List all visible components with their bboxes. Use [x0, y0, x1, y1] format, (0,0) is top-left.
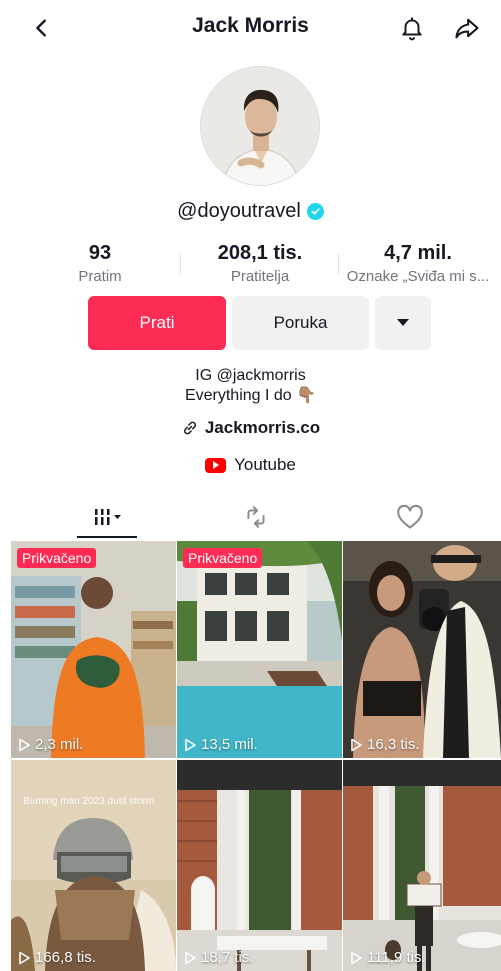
stat-likes-value: 4,7 mil.: [384, 242, 452, 264]
view-count: 2,3 mil.: [18, 736, 83, 753]
bio-line: Everything I do 👇🏽: [184, 387, 317, 404]
view-count-text: 16,3 tis.: [367, 736, 420, 753]
follow-button[interactable]: Prati: [88, 296, 226, 350]
tab-videos[interactable]: [77, 496, 137, 538]
stat-divider: [180, 254, 181, 274]
website-link[interactable]: Jackmorris.co: [0, 418, 501, 438]
message-button[interactable]: Poruka: [232, 296, 369, 350]
top-bar: Jack Morris: [0, 0, 501, 56]
stat-following[interactable]: 93 Pratim: [50, 242, 150, 285]
suggested-accounts-button[interactable]: [375, 296, 431, 350]
view-count: 111,9 tis.: [350, 949, 426, 966]
link-icon: [183, 421, 196, 435]
play-outline-icon: [19, 951, 30, 964]
username: @doyoutravel: [0, 200, 501, 223]
repost-icon: [247, 506, 265, 528]
pinned-badge: Prikvačeno: [17, 548, 97, 568]
thumbnail-image: [11, 760, 176, 971]
caret-down-icon: [397, 319, 409, 326]
thumbnail-image: [11, 541, 176, 758]
share-arrow-icon: [455, 18, 479, 39]
active-tab-indicator: [77, 536, 137, 538]
profile-tabs: [0, 496, 501, 540]
video-thumbnail[interactable]: Burning man 2023 dust storm 166,8 tis.: [11, 760, 176, 971]
stat-following-label: Pratim: [78, 268, 122, 285]
thumbnail-image: [343, 760, 501, 971]
view-count-text: 18,7 tis.: [201, 949, 254, 966]
view-count: 166,8 tis.: [18, 949, 96, 966]
thumbnail-image: [177, 541, 342, 758]
video-thumbnail[interactable]: Prikvačeno 13,5 mil.: [177, 541, 342, 758]
stat-followers-label: Pratitelja: [230, 268, 290, 285]
view-count-text: 166,8 tis.: [35, 949, 96, 966]
view-count: 13,5 mil.: [184, 736, 258, 753]
video-grid: Prikvačeno 2,3 mil. Prikvačeno 13,5 mil.…: [0, 541, 501, 971]
view-count-text: 2,3 mil.: [35, 736, 84, 753]
bio: IG @jackmorris Everything I do 👇🏽: [0, 366, 501, 406]
view-count-text: 13,5 mil.: [201, 736, 258, 753]
notification-button[interactable]: [396, 12, 428, 44]
bio-line: IG @jackmorris: [195, 367, 306, 384]
youtube-icon: [205, 457, 227, 473]
stat-likes[interactable]: 4,7 mil. Oznake „Sviđa mi s...: [338, 242, 498, 285]
video-thumbnail[interactable]: 111,9 tis.: [343, 760, 501, 971]
heart-icon: [397, 504, 423, 529]
youtube-link-text: Youtube: [234, 455, 296, 474]
tab-liked[interactable]: [380, 496, 440, 538]
play-outline-icon: [185, 951, 196, 964]
thumbnail-image: [343, 541, 501, 758]
play-outline-icon: [19, 738, 30, 751]
youtube-link[interactable]: Youtube: [0, 455, 501, 475]
profile-stats: 93 Pratim 208,1 tis. Pratitelja 4,7 mil.…: [0, 242, 501, 290]
play-outline-icon: [351, 738, 362, 751]
stat-followers-value: 208,1 tis.: [217, 242, 303, 264]
stat-followers[interactable]: 208,1 tis. Pratitelja: [195, 242, 325, 285]
website-link-text: Jackmorris.co: [204, 418, 321, 437]
stat-likes-label: Oznake „Sviđa mi s...: [346, 268, 490, 285]
thumbnail-caption: Burning man 2023 dust storm: [23, 796, 155, 807]
stat-following-value: 93: [88, 242, 112, 264]
avatar[interactable]: [200, 66, 320, 186]
video-thumbnail[interactable]: Prikvačeno 2,3 mil.: [11, 541, 176, 758]
avatar-photo: [201, 67, 319, 185]
play-outline-icon: [185, 738, 196, 751]
bell-icon: [402, 17, 422, 41]
grid-menu-icon: [94, 509, 121, 525]
tab-reposts[interactable]: [226, 496, 286, 538]
pinned-badge: Prikvačeno: [183, 548, 263, 568]
username-text: @doyoutravel: [177, 200, 301, 222]
play-outline-icon: [351, 951, 362, 964]
view-count-text: 111,9 tis.: [367, 949, 426, 966]
video-thumbnail[interactable]: 16,3 tis.: [343, 541, 501, 758]
view-count: 18,7 tis.: [184, 949, 254, 966]
view-count: 16,3 tis.: [350, 736, 420, 753]
thumbnail-image: [177, 760, 342, 971]
share-button[interactable]: [451, 12, 483, 44]
verified-badge-icon: [306, 203, 324, 220]
video-thumbnail[interactable]: 18,7 tis.: [177, 760, 342, 971]
